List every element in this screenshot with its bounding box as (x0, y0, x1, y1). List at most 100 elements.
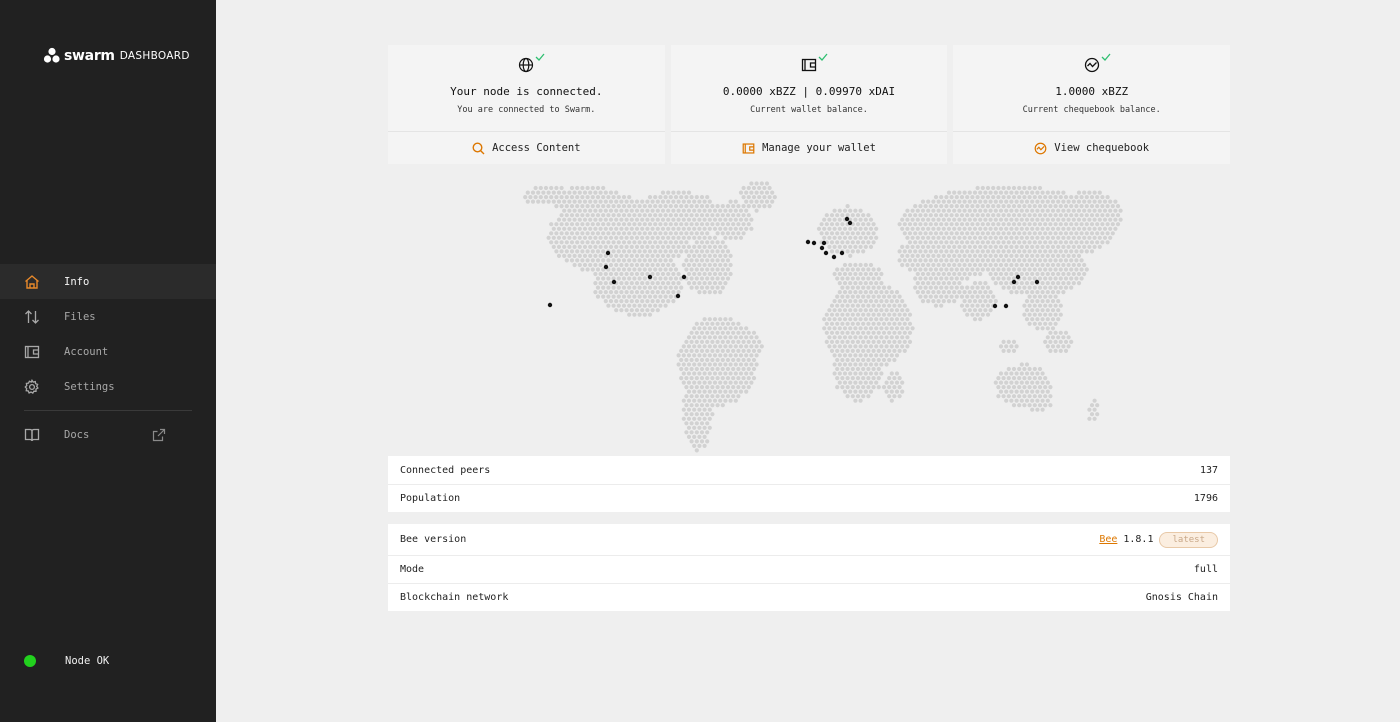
nav-item-info[interactable]: Info (0, 264, 216, 299)
map-land-dot (694, 195, 699, 200)
map-land-dot (668, 267, 673, 272)
map-land-dot (694, 403, 699, 408)
map-land-dot (1043, 376, 1048, 381)
map-land-dot (715, 213, 720, 218)
view-chequebook-button[interactable]: View chequebook (953, 132, 1230, 164)
map-land-dot (640, 226, 645, 231)
map-land-dot (980, 222, 985, 227)
map-land-dot (653, 249, 658, 254)
map-land-dot (619, 308, 624, 313)
map-land-dot (676, 199, 681, 204)
map-land-dot (595, 294, 601, 299)
map-land-dot (848, 371, 853, 376)
map-land-dot (1066, 335, 1071, 340)
bee-release-link[interactable]: Bee (1099, 534, 1117, 545)
map-land-dot (637, 249, 642, 254)
map-land-dot (673, 267, 679, 272)
map-land-dot (593, 262, 598, 268)
map-land-dot (1100, 222, 1105, 227)
map-land-dot (611, 258, 616, 263)
nav-label-info: Info (64, 275, 90, 288)
map-land-dot (666, 217, 671, 222)
map-land-dot (754, 353, 759, 358)
map-land-dot (946, 262, 952, 268)
map-land-dot (871, 231, 876, 236)
map-land-dot (1006, 213, 1011, 218)
map-land-dot (889, 389, 894, 394)
map-land-dot (621, 195, 627, 200)
map-land-dot (1079, 249, 1084, 254)
map-land-dot (728, 199, 733, 204)
map-land-dot (723, 344, 728, 349)
map-land-dot (686, 398, 692, 403)
map-land-dot (1045, 271, 1050, 277)
map-land-dot (671, 190, 676, 195)
map-land-dot (881, 294, 887, 299)
map-land-dot (855, 285, 861, 290)
map-land-dot (588, 208, 593, 213)
map-land-dot (593, 244, 598, 249)
access-content-button[interactable]: Access Content (388, 132, 665, 164)
map-land-dot (585, 185, 590, 191)
map-land-dot (1019, 253, 1024, 258)
nav-item-settings[interactable]: Settings (0, 369, 216, 404)
map-land-dot (837, 317, 842, 322)
map-land-dot (848, 290, 853, 295)
map-land-dot (871, 376, 876, 381)
nav-item-files[interactable]: Files (0, 299, 216, 334)
map-land-dot (835, 330, 840, 335)
map-land-dot (681, 380, 686, 385)
map-land-dot (702, 199, 707, 204)
map-land-dot (658, 303, 663, 308)
nav-item-docs[interactable]: Docs (0, 417, 216, 452)
map-land-dot (767, 185, 772, 191)
map-land-dot (905, 208, 910, 213)
map-land-dot (837, 362, 842, 367)
map-land-dot (1045, 398, 1050, 403)
map-land-dot (671, 253, 676, 258)
map-land-dot (720, 394, 725, 399)
map-land-dot (866, 222, 871, 227)
map-land-dot (585, 222, 590, 227)
map-land-dot (1032, 258, 1037, 263)
map-land-dot (705, 412, 710, 417)
map-land-dot (1095, 231, 1100, 236)
map-land-dot (1037, 403, 1043, 408)
map-land-dot (1011, 249, 1017, 254)
map-land-dot (967, 262, 972, 268)
map-land-dot (889, 353, 894, 358)
map-land-dot (585, 213, 590, 218)
manage-wallet-button[interactable]: Manage your wallet (671, 132, 948, 164)
map-land-dot (621, 222, 627, 227)
map-land-dot (991, 231, 996, 236)
map-land-dot (705, 231, 710, 236)
map-land-dot (1063, 204, 1069, 209)
map-land-dot (616, 258, 621, 263)
map-land-dot (978, 299, 983, 304)
map-land-dot (718, 335, 723, 340)
map-land-dot (720, 213, 725, 218)
map-land-dot (840, 385, 845, 390)
nav-item-account[interactable]: Account (0, 334, 216, 369)
swarm-logo[interactable]: swarm DASHBOARD (43, 47, 190, 65)
map-land-dot (554, 240, 559, 245)
map-land-dot (741, 231, 746, 236)
map-land-dot (889, 344, 894, 349)
map-land-dot (676, 290, 681, 295)
map-land-dot (712, 217, 718, 222)
map-land-dot (1063, 240, 1069, 245)
map-land-dot (952, 235, 957, 240)
map-land-dot (848, 226, 853, 231)
map-land-dot (871, 285, 876, 290)
map-land-dot (972, 281, 978, 286)
map-land-dot (634, 262, 640, 268)
home-icon (24, 274, 40, 290)
map-land-dot (694, 412, 699, 417)
map-land-dot (850, 240, 855, 245)
map-land-dot (1048, 321, 1053, 326)
map-land-dot (915, 217, 920, 222)
map-land-dot (1053, 195, 1058, 200)
map-land-dot (920, 262, 926, 268)
map-land-dot (738, 371, 744, 376)
map-land-dot (1063, 330, 1069, 335)
